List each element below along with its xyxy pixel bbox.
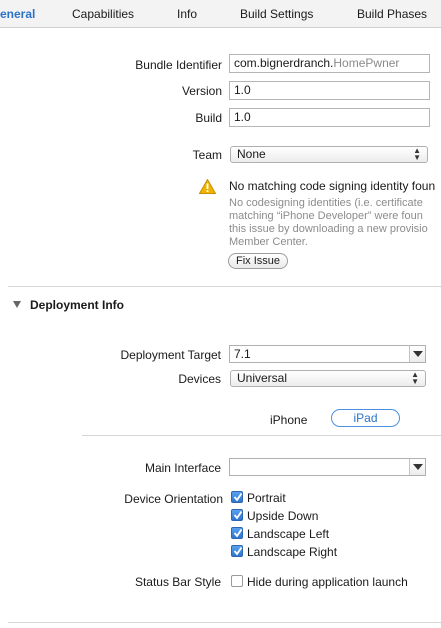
landscape-left-checkbox[interactable] [231,527,243,539]
device-orientation-label: Device Orientation [124,492,223,506]
device-divider [82,435,441,436]
upside-down-label: Upside Down [247,509,319,523]
deployment-target-value: 7.1 [234,347,251,361]
checkmark-icon [233,546,243,556]
tab-capabilities[interactable]: Capabilities [72,7,134,21]
chevron-down-icon [413,351,423,357]
main-interface-label: Main Interface [144,461,221,475]
device-tab-iphone[interactable]: iPhone [270,413,307,427]
popup-arrows-icon: ▲ ▼ [413,146,421,162]
tab-build-phases[interactable]: Build Phases [357,7,427,21]
devices-popup[interactable]: Universal ▲ ▼ [230,370,426,387]
devices-value: Universal [237,371,288,385]
portrait-label: Portrait [247,491,286,505]
status-bar-style-label: Status Bar Style [134,575,221,589]
disclosure-triangle-icon[interactable] [13,301,21,308]
hide-status-bar-checkbox[interactable] [231,575,243,587]
device-tab-ipad[interactable]: iPad [331,409,400,427]
build-label: Build [195,111,222,125]
checkmark-icon [233,492,243,502]
deployment-target-combo[interactable]: 7.1 [229,345,426,363]
checkmark-icon [233,510,243,520]
build-field[interactable]: 1.0 [229,108,430,127]
checkmark-icon [233,528,243,538]
version-label: Version [181,84,222,98]
bottom-divider [8,622,441,623]
version-field[interactable]: 1.0 [229,81,430,100]
tab-general[interactable]: eneral [0,7,35,21]
team-value: None [237,147,266,161]
combo-dropdown-button[interactable] [409,459,425,475]
team-popup[interactable]: None ▲ ▼ [230,146,428,163]
deployment-info-title: Deployment Info [30,298,125,312]
bundle-identifier-field[interactable]: com.bignerdranch.HomePwner [229,54,430,73]
popup-arrows-icon: ▲ ▼ [411,370,419,386]
signing-warning-line: Member Center. [229,236,308,248]
devices-label: Devices [178,372,221,386]
upside-down-checkbox[interactable] [231,509,243,521]
combo-dropdown-button[interactable] [409,346,425,362]
tab-info[interactable]: Info [177,7,197,21]
fix-issue-button[interactable]: Fix Issue [228,253,289,269]
portrait-checkbox[interactable] [231,491,243,503]
tab-build-settings[interactable]: Build Settings [240,7,313,21]
warning-icon [199,179,216,194]
signing-warning-title: No matching code signing identity foun [229,179,436,193]
team-label: Team [192,148,222,162]
signing-warning-line: matching “iPhone Developer” were foun [229,210,423,222]
signing-warning-line: this issue by downloading a new provisio [229,223,428,235]
landscape-right-label: Landscape Right [247,545,338,559]
bundle-identifier-suffix: HomePwner [333,56,400,70]
signing-warning-line: No codesigning identities (i.e. certific… [229,197,423,209]
hide-status-bar-label: Hide during application launch [247,575,408,589]
main-interface-combo[interactable] [229,458,426,476]
deployment-target-label: Deployment Target [120,348,222,362]
landscape-right-checkbox[interactable] [231,545,243,557]
bundle-identifier-label: Bundle Identifier [135,58,222,72]
bundle-identifier-prefix: com.bignerdranch. [234,56,334,70]
section-divider [8,286,441,287]
editor-tab-bar: eneral Capabilities Info Build Settings … [0,0,441,28]
landscape-left-label: Landscape Left [247,527,330,541]
chevron-down-icon [413,464,423,470]
